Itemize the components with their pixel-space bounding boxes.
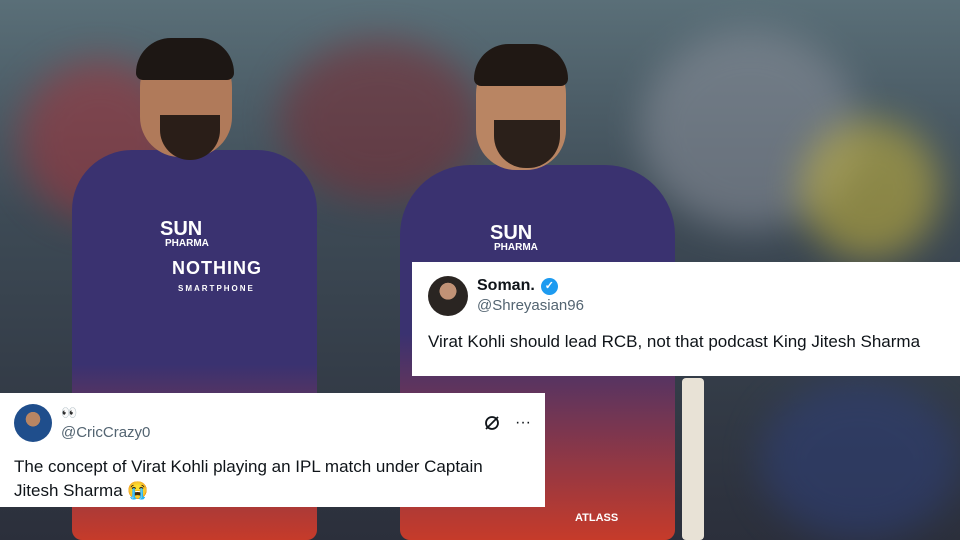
crowd-blur (760, 380, 960, 540)
left-player-hair (136, 38, 234, 80)
jersey-chest-sub: SMARTPHONE (178, 284, 255, 293)
author-handle[interactable]: @Shreyasian96 (477, 296, 584, 316)
jersey-sponsor-sub: PHARMA (165, 238, 209, 249)
tweet-card-soman[interactable]: Soman. ✓ @Shreyasian96 Virat Kohli shoul… (412, 262, 960, 376)
tweet-author: 👀 @CricCrazy0 (61, 403, 150, 443)
tweet-text: Virat Kohli should lead RCB, not that po… (428, 332, 921, 351)
tweet-author: Soman. ✓ @Shreyasian96 (477, 276, 584, 316)
jersey-chest-text: NOTHING (172, 258, 262, 278)
shorts-sponsor-text: ATLASS (575, 512, 619, 524)
cricket-bat (682, 378, 704, 540)
right-player-hair (474, 44, 568, 86)
avatar[interactable] (428, 276, 468, 316)
author-handle[interactable]: @CricCrazy0 (61, 423, 150, 443)
tweet-text: The concept of Virat Kohli playing an IP… (14, 457, 483, 500)
tweet-header: 👀 @CricCrazy0 ··· (14, 403, 531, 443)
tweet-actions: ··· (483, 414, 531, 432)
author-name[interactable]: Soman. (477, 276, 535, 296)
tweet-header: Soman. ✓ @Shreyasian96 (428, 276, 944, 316)
grok-icon[interactable] (483, 414, 501, 432)
tweet-card-criccrazy[interactable]: 👀 @CricCrazy0 ··· The concept of Virat K… (0, 393, 545, 507)
avatar[interactable] (14, 404, 52, 442)
verified-badge-icon: ✓ (540, 277, 558, 295)
jersey-sponsor-sub: PHARMA (494, 242, 538, 253)
crowd-blur (800, 120, 940, 260)
more-options-icon[interactable]: ··· (515, 414, 531, 432)
author-name[interactable]: 👀 (61, 403, 150, 423)
